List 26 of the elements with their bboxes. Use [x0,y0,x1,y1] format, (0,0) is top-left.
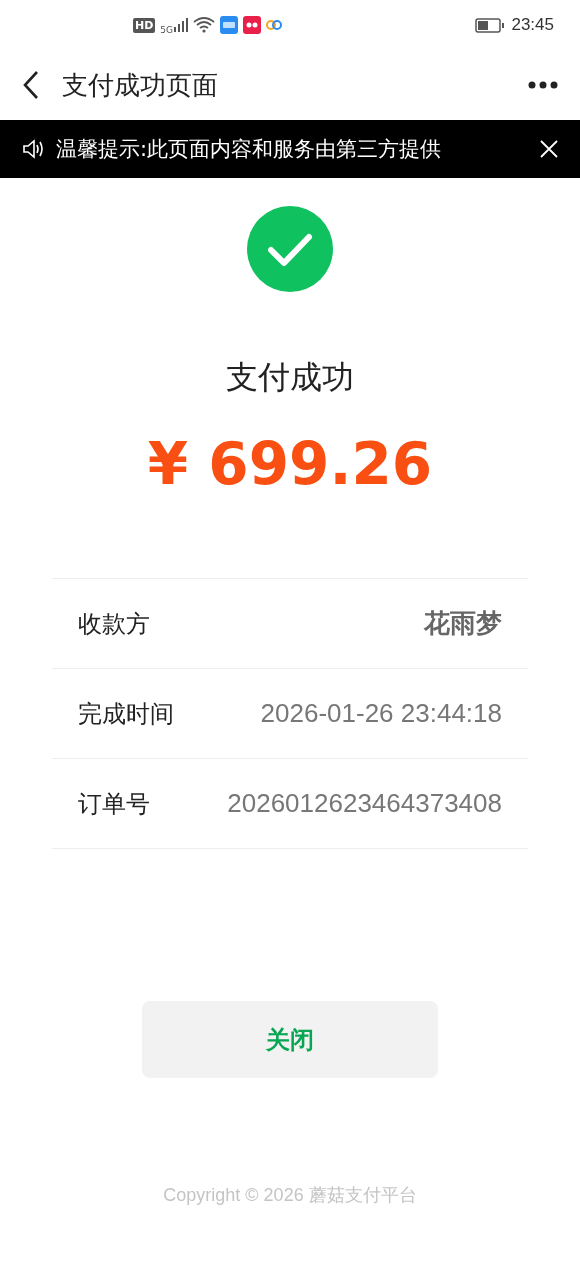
result-title: 支付成功 [226,357,354,398]
detail-value: 2026-01-26 23:44:18 [260,698,502,729]
network-label: 5G [160,25,174,35]
copyright-text: Copyright © 2026 蘑菇支付平台 [163,1184,417,1207]
page-title: 支付成功页面 [62,68,219,102]
detail-label: 收款方 [78,608,150,640]
back-icon[interactable] [22,70,40,100]
app-icon [243,16,262,34]
app-icon [220,16,239,34]
success-check-icon [247,206,333,292]
detail-value: 花雨梦 [424,607,502,640]
signal-icon [174,18,189,32]
detail-label: 完成时间 [78,698,174,730]
amount: ¥ 699.26 [147,430,433,498]
battery-icon [475,17,506,33]
close-button[interactable]: 关闭 [142,1001,438,1078]
close-icon[interactable] [540,140,558,158]
app-icon [266,18,283,32]
notice-text: 温馨提示:此页面内容和服务由第三方提供 [56,136,443,163]
detail-label: 订单号 [78,788,150,820]
detail-value: 2026012623464373408 [227,788,502,819]
clock-time: 23:45 [511,15,554,35]
more-icon[interactable] [528,81,558,89]
wifi-icon [193,17,216,33]
speaker-icon [22,139,46,159]
hd-indicator: HD [133,17,156,33]
